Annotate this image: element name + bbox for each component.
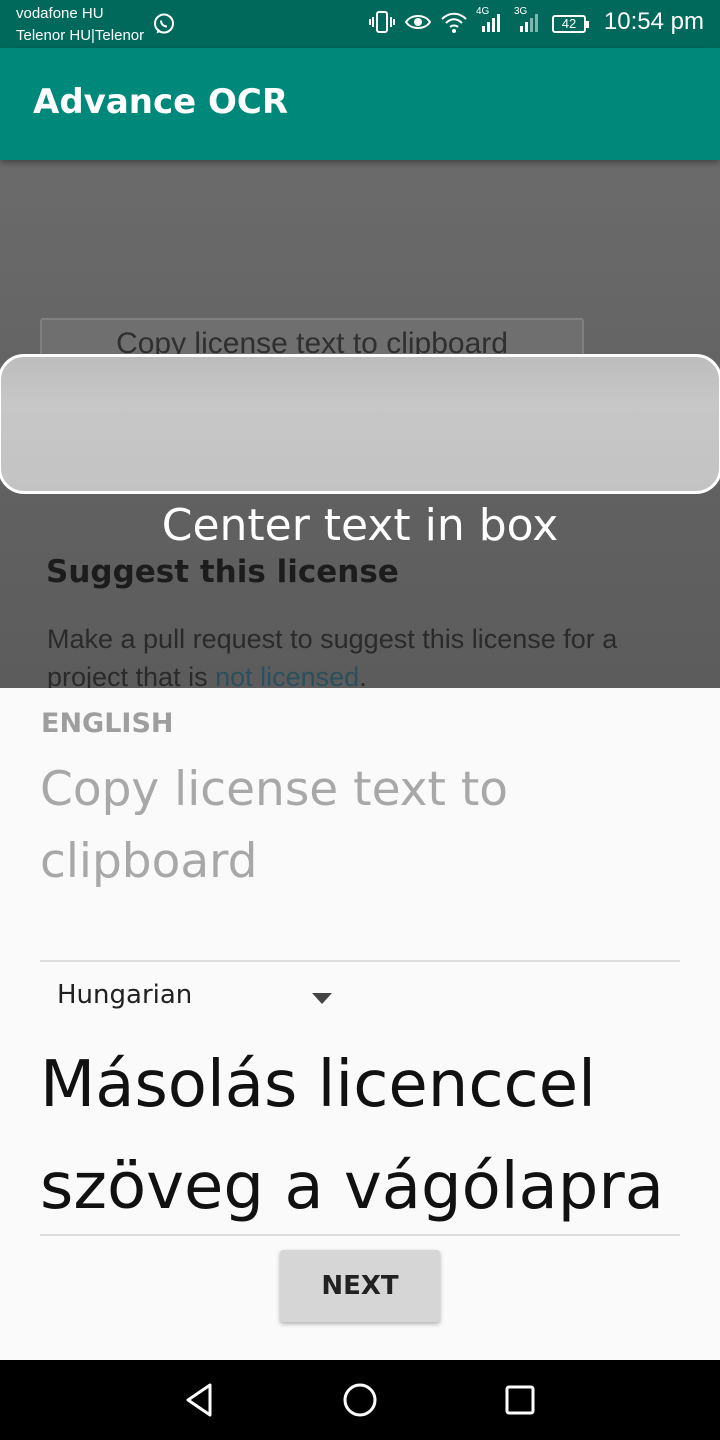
status-bar: vodafone HU Telenor HU|Telenor 4G 3G 42 … [0,0,720,48]
navigation-bar [0,1360,720,1440]
app-bar: Advance OCR [0,48,720,160]
translated-text: Másolás licenccel szöveg a vágólapra [40,1048,664,1224]
captured-paragraph: Make a pull request to suggest this lice… [47,620,687,688]
battery-level: 42 [561,16,577,31]
network-type-2: 3G [514,6,528,17]
carrier-name-2: Telenor HU|Telenor [16,27,145,44]
divider [40,1234,680,1236]
network-type-1: 4G [476,6,490,17]
target-language-dropdown[interactable]: Hungarian [40,972,340,1020]
scan-box [0,354,720,494]
source-language-label: ENGLISH [41,708,174,739]
camera-preview[interactable]: Copy license text to clipboard Center te… [0,160,720,688]
wifi-icon [440,10,468,38]
back-icon[interactable] [180,1380,220,1420]
whatsapp-icon [152,12,176,40]
captured-paragraph-end: . [359,662,367,688]
result-panel: ENGLISH Copy license text to clipboard H… [0,688,720,1360]
captured-link: not licensed [215,662,360,688]
signal-icon: 4G [476,6,506,38]
recents-icon[interactable] [500,1380,540,1420]
eye-icon [404,10,432,38]
clock: 10:54 pm [603,8,704,35]
next-button[interactable]: NEXT [280,1250,440,1322]
target-language-value: Hungarian [57,980,193,1010]
captured-heading: Suggest this license [46,554,399,590]
vibrate-icon [368,10,396,38]
battery-icon: 42 [552,15,589,33]
home-icon[interactable] [340,1380,380,1420]
divider [40,960,680,962]
carrier-name-1: vodafone HU [16,5,104,22]
app-title: Advance OCR [33,82,289,122]
dropdown-arrow-icon [312,990,332,1009]
signal-icon: 3G [514,6,544,38]
source-text: Copy license text to clipboard [40,762,509,889]
center-hint: Center text in box [161,500,559,551]
